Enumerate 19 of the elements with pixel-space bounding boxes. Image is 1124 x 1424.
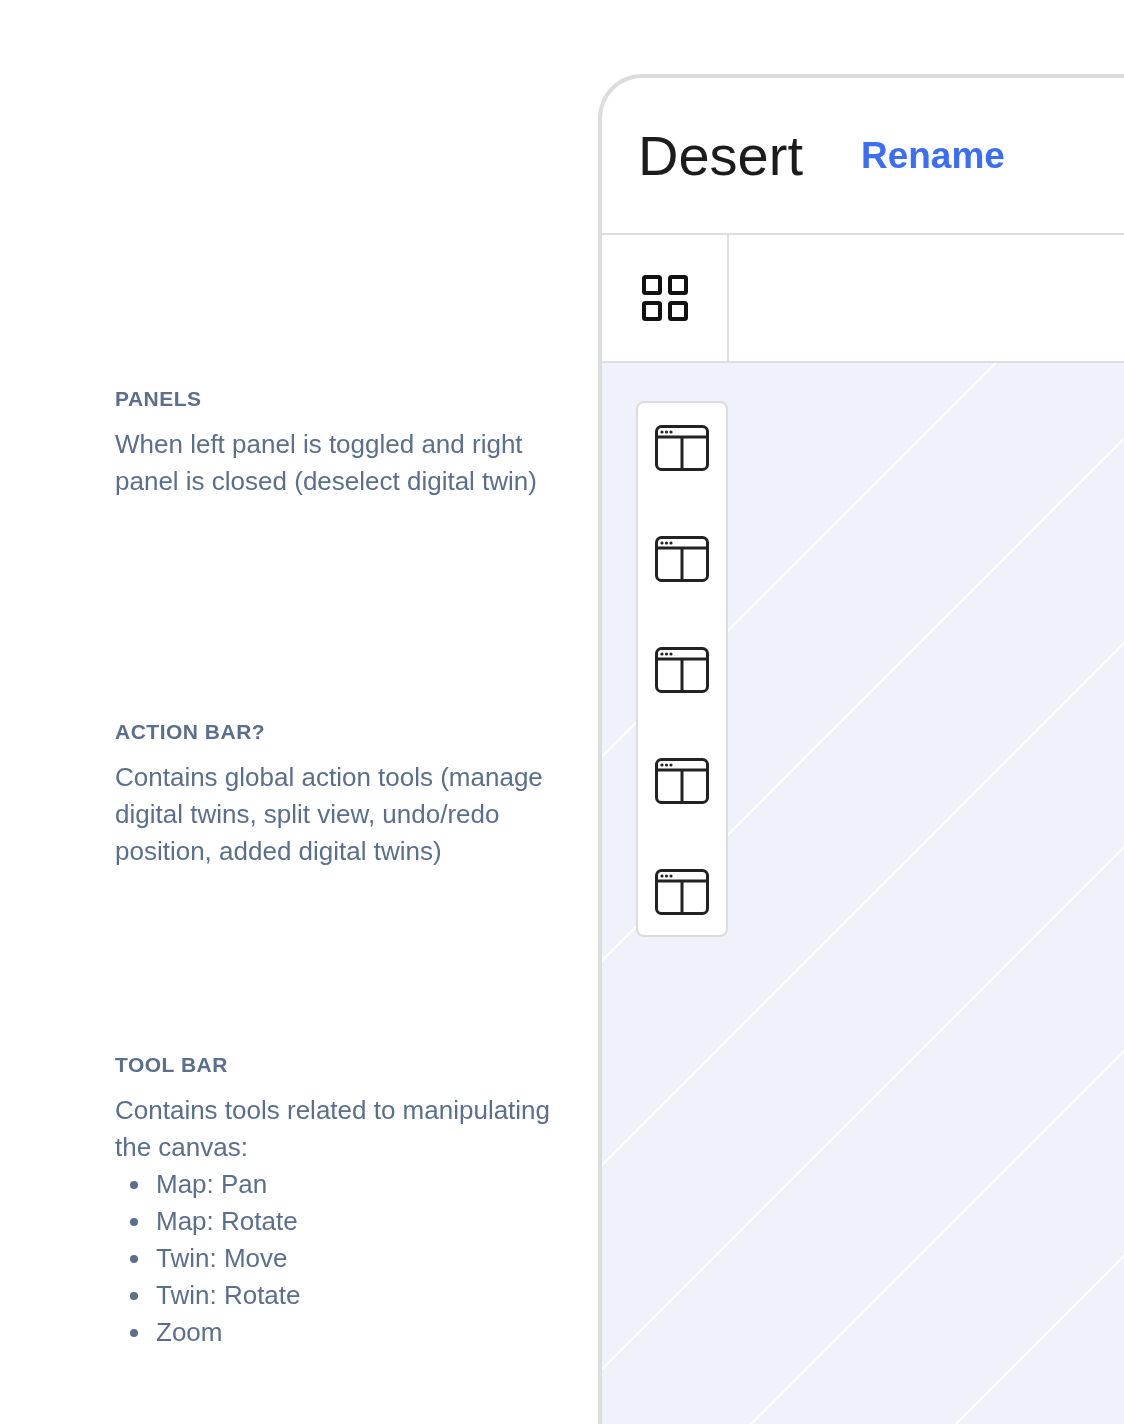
section-heading: TOOL BAR: [115, 1052, 229, 1078]
layout-icon[interactable]: [655, 758, 709, 804]
layout-icon[interactable]: [655, 425, 709, 471]
layout-icon[interactable]: [655, 869, 709, 915]
layout-icon[interactable]: [655, 536, 709, 582]
section-heading: PANELS: [115, 386, 203, 412]
list-item: Map: Rotate: [156, 1205, 298, 1238]
rename-link[interactable]: Rename: [860, 127, 1005, 184]
list-item: Zoom: [156, 1316, 223, 1349]
section-description: Contains tools related to manipulating the canvas:: [115, 1094, 552, 1164]
grid-icon[interactable]: [641, 275, 688, 321]
window-title: Desert: [638, 122, 803, 189]
list-item: Twin: Move: [156, 1242, 288, 1275]
layout-icon[interactable]: [655, 647, 709, 693]
section-description: When left panel is toggled and right panel is closed (deselect digital twin): [115, 428, 538, 498]
section-heading: ACTION BAR?: [115, 719, 267, 745]
section-description: Contains global action tools (manage digital twins, split view, undo/redo position, added digital twins): [115, 761, 544, 868]
list-item: Twin: Rotate: [156, 1279, 301, 1312]
list-item: Map: Pan: [156, 1168, 268, 1201]
